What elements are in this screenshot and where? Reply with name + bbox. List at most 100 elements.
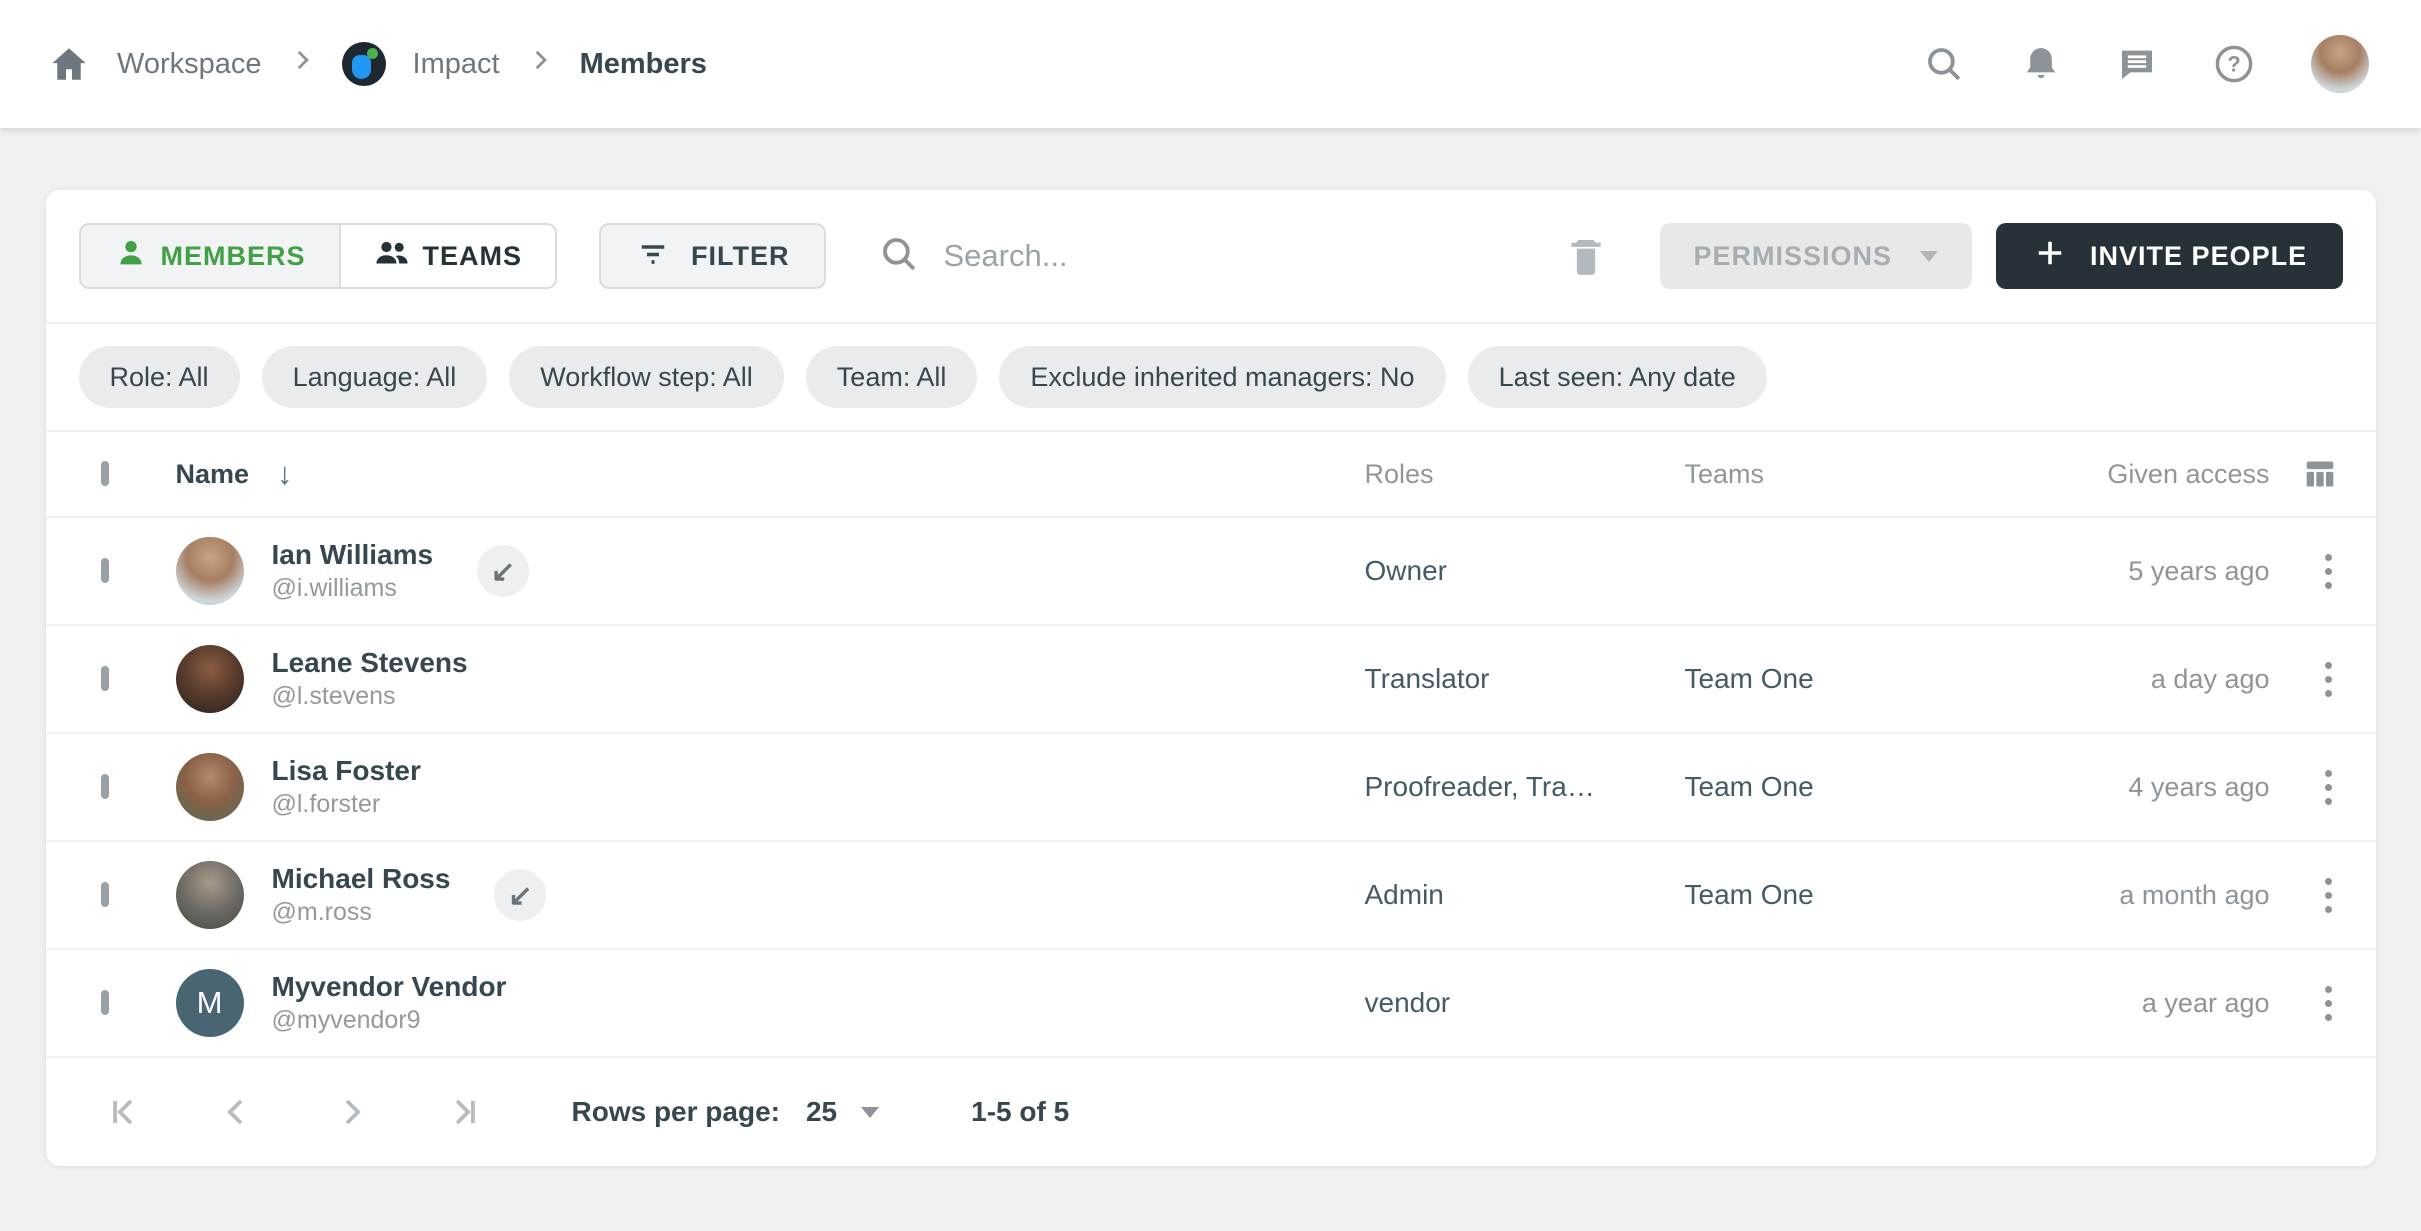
row-menu-kebab-icon[interactable] [2317,870,2340,921]
chip-last-seen[interactable]: Last seen: Any date [1468,346,1767,408]
chip-language[interactable]: Language: All [262,346,488,408]
member-username: @m.ross [272,898,451,927]
next-page-icon[interactable] [332,1093,370,1131]
table-row: Michael Ross @m.ross ↙ Admin Team One a … [46,842,2376,950]
previous-page-icon[interactable] [218,1093,256,1131]
member-roles: Translator [1365,663,1685,695]
member-name[interactable]: Ian Williams [272,539,434,571]
rows-per-page-value: 25 [806,1096,837,1128]
tab-teams[interactable]: TEAMS [341,225,556,287]
breadcrumb-project[interactable]: Impact [413,48,500,81]
row-checkbox[interactable] [101,558,109,583]
member-username: @myvendor9 [272,1006,507,1035]
row-checkbox[interactable] [101,882,109,907]
breadcrumb-current-page: Members [580,48,707,81]
rows-per-page-select[interactable]: 25 [806,1096,879,1128]
member-given-access: 4 years ago [1990,772,2270,803]
home-icon[interactable] [48,43,90,85]
chip-team[interactable]: Team: All [806,346,978,408]
inherited-member-arrow-icon: ↙ [477,545,529,597]
avatar [176,645,244,713]
member-username: @i.williams [272,574,434,603]
member-name[interactable]: Leane Stevens [272,647,468,679]
row-checkbox[interactable] [101,990,109,1015]
table-row: M Myvendor Vendor @myvendor9 vendor a ye… [46,950,2376,1058]
permissions-button[interactable]: PERMISSIONS [1660,223,1973,289]
last-page-icon[interactable] [446,1093,484,1131]
member-given-access: a day ago [1990,664,2270,695]
column-settings-icon[interactable] [2300,454,2340,494]
tab-members-label: MEMBERS [161,241,306,272]
row-menu-kebab-icon[interactable] [2317,654,2340,705]
person-icon [114,236,148,277]
toolbar: MEMBERS TEAMS FILTER PERMI [46,190,2376,322]
breadcrumb-workspace[interactable]: Workspace [117,48,262,81]
row-menu-kebab-icon[interactable] [2317,546,2340,597]
header-name-label: Name [176,459,250,490]
row-menu-kebab-icon[interactable] [2317,978,2340,1029]
row-checkbox[interactable] [101,666,109,691]
table-row: Lisa Foster @l.forster Proofreader, Tra…… [46,734,2376,842]
chat-icon[interactable] [2117,44,2157,84]
invite-people-button-label: INVITE PEOPLE [2090,241,2307,272]
chevron-down-icon [861,1107,879,1118]
member-name[interactable]: Myvendor Vendor [272,971,507,1003]
avatar [176,537,244,605]
members-teams-segmented-control: MEMBERS TEAMS [79,223,558,289]
member-roles: Proofreader, Tra… [1365,771,1685,803]
filter-chips-row: Role: All Language: All Workflow step: A… [46,324,2376,430]
row-checkbox[interactable] [101,774,109,799]
members-card: MEMBERS TEAMS FILTER PERMI [46,190,2376,1166]
chip-exclude-inherited-managers[interactable]: Exclude inherited managers: No [999,346,1445,408]
member-username: @l.stevens [272,682,468,711]
header-name[interactable]: Name ↓ [176,456,293,492]
avatar [176,861,244,929]
member-name[interactable]: Michael Ross [272,863,451,895]
member-username: @l.forster [272,790,421,819]
notifications-bell-icon[interactable] [2021,44,2061,84]
select-all-checkbox[interactable] [101,461,109,486]
search-input[interactable] [944,238,1564,274]
breadcrumb: Workspace Impact Members [48,42,707,86]
header-teams: Teams [1685,459,1990,490]
table-row: Ian Williams @i.williams ↙ Owner 5 years… [46,518,2376,626]
table-header: Name ↓ Roles Teams Given access [46,430,2376,518]
filter-button[interactable]: FILTER [599,223,825,289]
header-roles: Roles [1365,459,1685,490]
filter-button-label: FILTER [691,241,789,272]
rows-per-page-label: Rows per page: [572,1096,780,1128]
chevron-right-icon [289,47,315,81]
pagination-bar: Rows per page: 25 1-5 of 5 [46,1058,2376,1166]
avatar-initial: M [176,969,244,1037]
filter-lines-icon [635,235,671,278]
chevron-down-icon [1920,251,1938,262]
member-roles: Owner [1365,555,1685,587]
tab-teams-label: TEAMS [423,241,523,272]
member-teams: Team One [1685,879,1990,911]
member-name[interactable]: Lisa Foster [272,755,421,787]
invite-people-button[interactable]: INVITE PEOPLE [1996,223,2343,289]
search-icon [878,233,920,280]
row-menu-kebab-icon[interactable] [2317,762,2340,813]
header-given-access: Given access [1990,459,2270,490]
member-given-access: 5 years ago [1990,556,2270,587]
user-avatar[interactable] [2311,35,2369,93]
first-page-icon[interactable] [104,1093,142,1131]
project-logo-blue-blob [352,55,371,79]
delete-trash-icon[interactable] [1564,234,1608,278]
chip-workflow-step[interactable]: Workflow step: All [509,346,784,408]
avatar [176,753,244,821]
topbar-actions: ? [1923,35,2369,93]
member-roles: vendor [1365,987,1685,1019]
chevron-right-icon [527,47,553,81]
project-logo-icon[interactable] [342,42,386,86]
tab-members[interactable]: MEMBERS [81,225,341,287]
permissions-button-label: PERMISSIONS [1694,241,1893,272]
people-group-icon [374,235,410,278]
chip-role[interactable]: Role: All [79,346,240,408]
help-icon[interactable]: ? [2213,43,2255,85]
svg-text:?: ? [2227,51,2240,76]
sort-descending-icon[interactable]: ↓ [277,456,293,492]
search-icon[interactable] [1923,43,1965,85]
search-box [878,233,1564,280]
